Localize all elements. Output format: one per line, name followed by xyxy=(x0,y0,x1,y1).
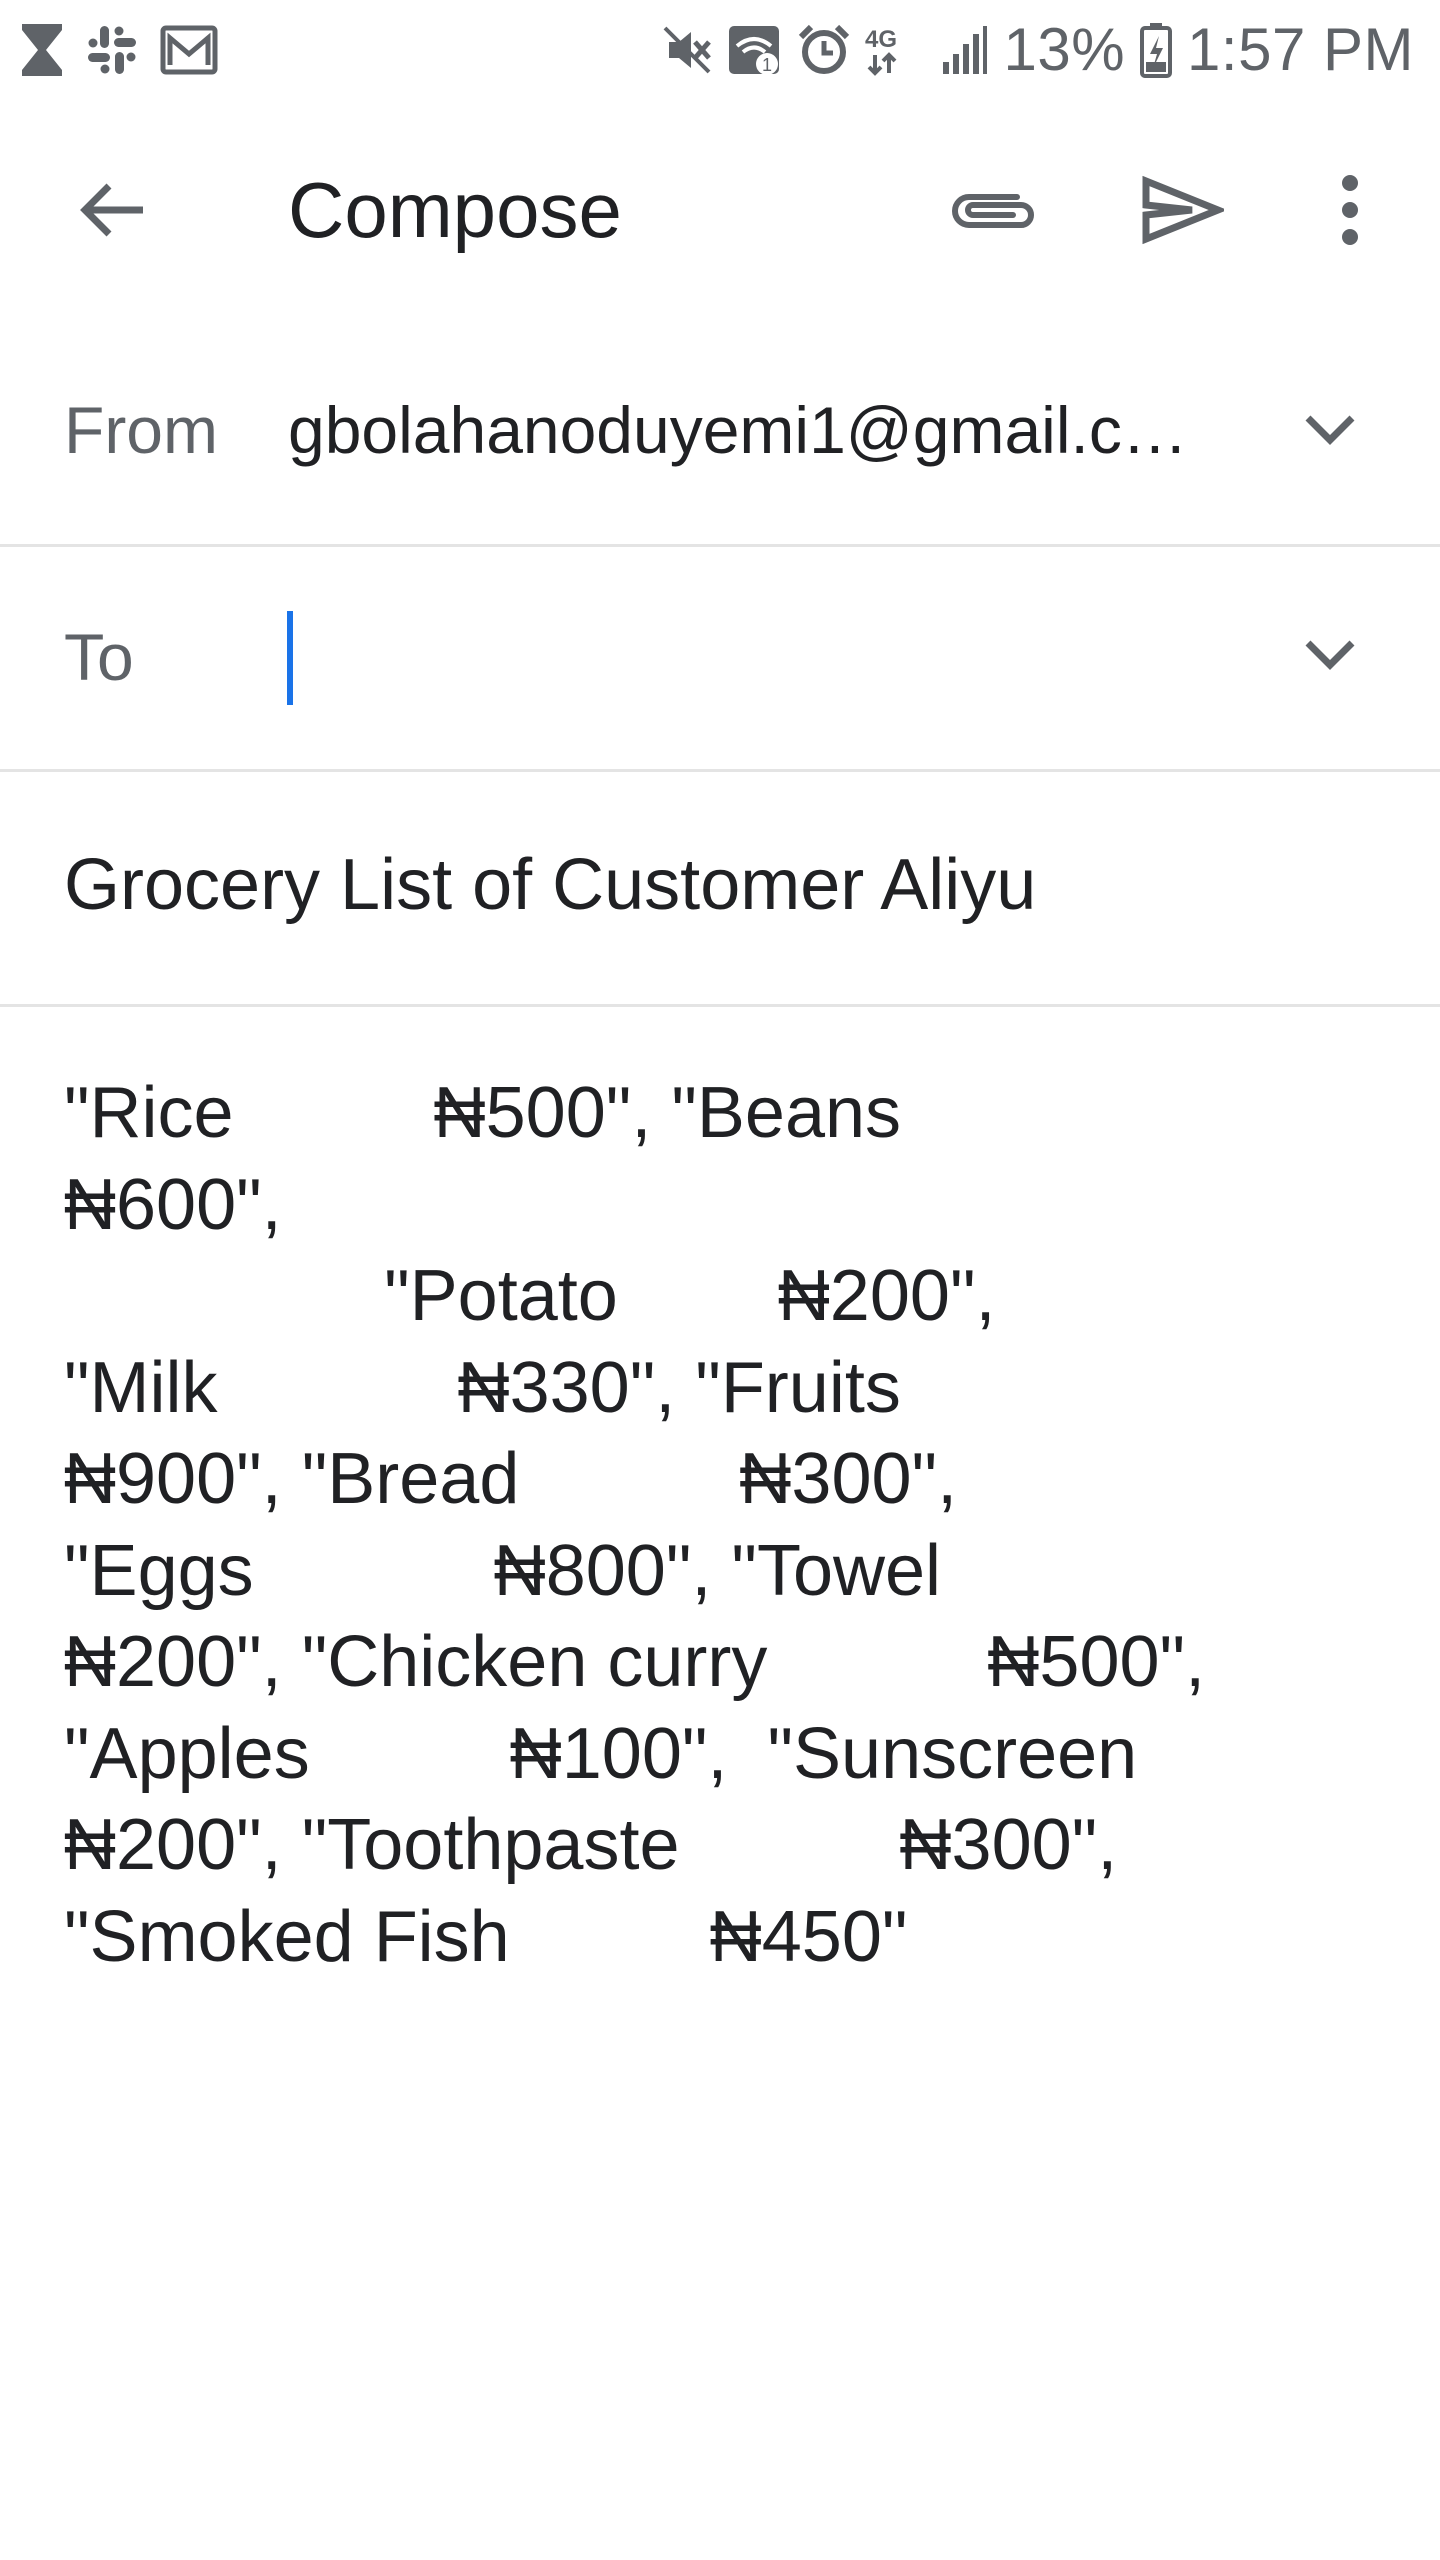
more-vert-icon xyxy=(1340,174,1360,250)
subject-row: Grocery List of Customer Aliyu xyxy=(0,772,1440,1007)
send-button[interactable] xyxy=(1130,162,1234,262)
chevron-down-icon xyxy=(1304,639,1356,676)
send-icon xyxy=(1140,175,1228,250)
clock-time: 1:57 PM xyxy=(1187,16,1414,83)
subject-field[interactable]: Grocery List of Customer Aliyu xyxy=(64,844,1036,926)
battery-charging-icon xyxy=(1139,22,1173,78)
to-dropdown-button[interactable] xyxy=(1290,617,1370,697)
from-row: From gbolahanoduyemi1@gmail.com xyxy=(0,320,1440,547)
hourglass-icon xyxy=(20,22,64,78)
app-bar: Compose xyxy=(0,110,1440,306)
paperclip-icon xyxy=(947,185,1037,240)
back-button[interactable] xyxy=(62,162,162,262)
more-options-button[interactable] xyxy=(1300,162,1400,262)
alarm-icon xyxy=(797,23,851,77)
wifi-calling-icon: 1 xyxy=(727,22,783,78)
battery-percent: 13% xyxy=(1003,16,1126,83)
network-4g-icon: 4G xyxy=(865,23,927,77)
slack-icon xyxy=(86,24,138,76)
page-title: Compose xyxy=(288,166,622,254)
status-bar: 1 4G 13% 1:57 PM xyxy=(0,0,1440,100)
from-account-field[interactable]: gbolahanoduyemi1@gmail.com xyxy=(288,392,1188,468)
from-dropdown-button[interactable] xyxy=(1290,392,1370,472)
svg-text:4G: 4G xyxy=(865,26,897,53)
mute-icon xyxy=(661,24,713,76)
status-right-icons: 1 4G 13% 1:57 PM xyxy=(661,18,1414,82)
signal-icon xyxy=(941,24,989,76)
attach-button[interactable] xyxy=(940,162,1044,262)
to-row: To xyxy=(0,547,1440,772)
text-cursor xyxy=(287,611,293,705)
arrow-back-icon xyxy=(77,180,147,245)
from-label: From xyxy=(64,393,218,467)
to-label: To xyxy=(64,620,134,694)
chevron-down-icon xyxy=(1304,414,1356,451)
svg-text:1: 1 xyxy=(762,55,772,75)
to-recipient-input[interactable] xyxy=(288,603,1248,703)
mail-icon xyxy=(160,25,218,75)
status-left-icons xyxy=(20,18,218,82)
compose-body-field[interactable]: "Rice ₦500", "Beans ₦600", "Potato ₦200"… xyxy=(64,1068,1394,1983)
